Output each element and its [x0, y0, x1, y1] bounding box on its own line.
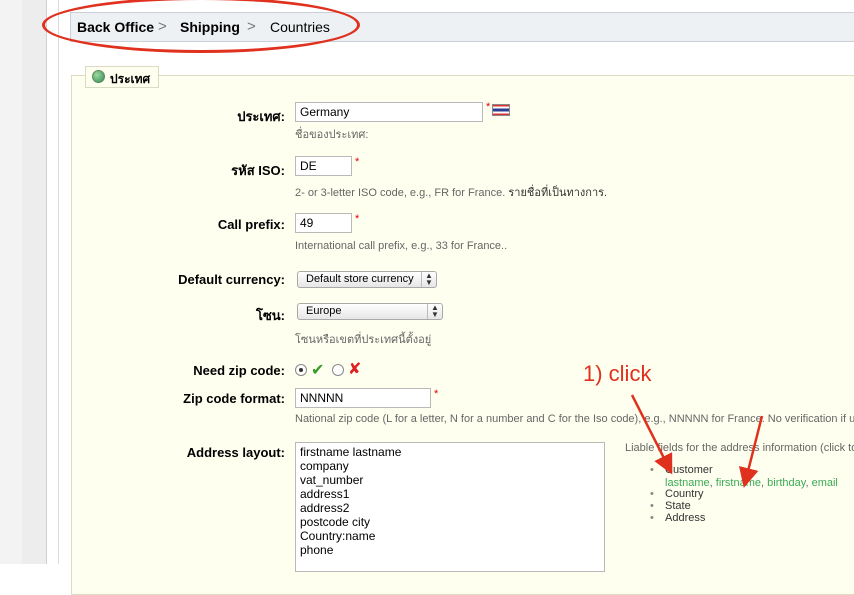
- annotation-oval: [42, 0, 360, 53]
- globe-icon: [92, 70, 105, 83]
- content-border: [58, 0, 59, 564]
- address-layout-line: company: [300, 459, 349, 473]
- liable-fields-intro: Liable fields for the address informatio…: [625, 442, 854, 454]
- customer-fields: lastname, firstname, birthday, email: [665, 477, 838, 489]
- select-arrows-icon: ▲ ▼: [421, 272, 436, 287]
- default-currency-value: Default store currency: [306, 273, 414, 285]
- call-prefix-input[interactable]: [295, 213, 352, 233]
- need-zip-label: Need zip code:: [193, 363, 285, 378]
- need-zip-no-radio[interactable]: [332, 364, 344, 376]
- call-prefix-label: Call prefix:: [217, 217, 285, 232]
- address-layout-line: postcode city: [300, 515, 371, 529]
- customer-field-birthday[interactable]: birthday: [767, 477, 805, 489]
- left-rail: [0, 0, 47, 564]
- customer-field-firstname[interactable]: firstname: [716, 477, 761, 489]
- liable-field-state[interactable]: State: [650, 500, 713, 512]
- address-layout-label: Address layout:: [186, 445, 285, 460]
- address-layout-textarea[interactable]: firstname lastname company vat_number ad…: [295, 442, 605, 572]
- thai-flag-icon: [492, 104, 510, 116]
- address-layout-line: Country:name: [300, 529, 376, 543]
- required-marker: *: [434, 388, 439, 400]
- liable-field-address[interactable]: Address: [650, 512, 713, 524]
- liable-field-country[interactable]: Country: [650, 488, 713, 500]
- country-label: ประเทศ:: [237, 109, 285, 124]
- address-layout-line: address1: [300, 487, 350, 501]
- country-hint: ชื่อของประเทศ:: [295, 129, 369, 141]
- iso-input[interactable]: [295, 156, 352, 176]
- zip-format-label: Zip code format:: [183, 391, 285, 406]
- zone-value: Europe: [306, 305, 342, 317]
- address-layout-line: firstname lastname: [300, 445, 402, 459]
- default-currency-select[interactable]: Default store currency ▲ ▼: [297, 271, 437, 288]
- required-marker: *: [355, 156, 360, 168]
- address-layout-line: vat_number: [300, 473, 364, 487]
- customer-field-email[interactable]: email: [812, 477, 838, 489]
- fieldset-legend: ประเทศ: [85, 66, 159, 88]
- liable-fields-list: Customer Country State Address: [650, 464, 713, 524]
- zone-label: โซน:: [255, 308, 285, 323]
- iso-official-list-link[interactable]: รายชื่อที่เป็นทางการ.: [508, 187, 607, 199]
- zone-select[interactable]: Europe ▲ ▼: [297, 303, 443, 320]
- required-marker: *: [486, 101, 491, 113]
- click-annotation: 1) click: [583, 361, 652, 386]
- address-layout-line: phone: [300, 543, 334, 557]
- iso-hint-text: 2- or 3-letter ISO code, e.g., FR for Fr…: [295, 187, 506, 199]
- iso-label: รหัส ISO:: [231, 163, 285, 178]
- country-input[interactable]: [295, 102, 483, 122]
- cross-icon: ✘: [348, 361, 362, 378]
- checkmark-icon: ✔: [311, 362, 325, 379]
- left-rail-shade: [22, 0, 46, 564]
- zip-format-input[interactable]: [295, 388, 431, 408]
- need-zip-yes-radio[interactable]: [295, 364, 307, 376]
- call-prefix-hint: International call prefix, e.g., 33 for …: [295, 240, 508, 252]
- zone-hint: โซนหรือเขตที่ประเทศนี้ตั้งอยู่: [295, 334, 432, 346]
- customer-field-lastname[interactable]: lastname: [665, 477, 710, 489]
- liable-field-customer[interactable]: Customer: [650, 464, 713, 476]
- default-currency-label: Default currency:: [178, 272, 285, 287]
- required-marker: *: [355, 213, 360, 225]
- address-layout-line: address2: [300, 501, 350, 515]
- zip-format-hint: National zip code (L for a letter, N for…: [295, 413, 854, 425]
- iso-hint: 2- or 3-letter ISO code, e.g., FR for Fr…: [295, 183, 607, 201]
- legend-title: ประเทศ: [110, 72, 151, 86]
- select-arrows-icon: ▲ ▼: [427, 304, 442, 319]
